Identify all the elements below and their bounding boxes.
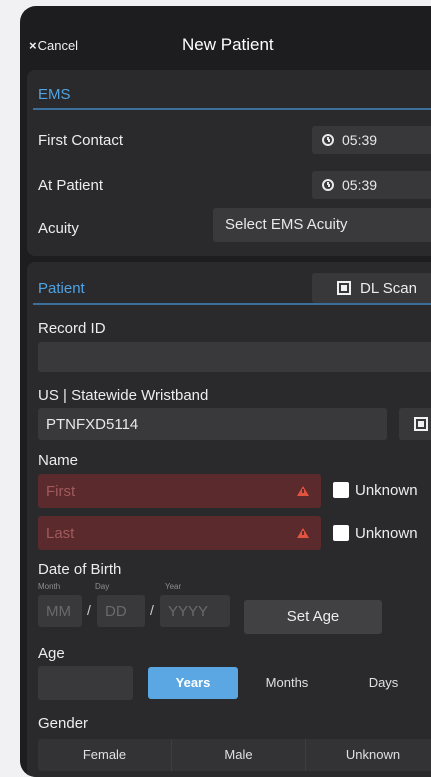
gender-label: Gender [38,715,89,732]
record-id-input[interactable] [38,342,431,372]
patient-divider [33,303,431,305]
ems-divider [33,108,431,110]
scan-icon [337,281,351,295]
wristband-input[interactable] [38,408,387,440]
age-unit-years[interactable]: Years [148,667,238,699]
last-name-input[interactable] [38,516,321,550]
at-patient-time-button[interactable]: 05:39 [312,171,431,199]
dob-year-input[interactable] [160,595,230,627]
acuity-label: Acuity [38,220,79,237]
last-name-unknown-checkbox[interactable] [333,525,349,541]
cancel-button[interactable]: ×Cancel [29,38,78,53]
dob-year-caption: Year [165,582,182,591]
gender-option-male[interactable]: Male [172,739,306,771]
ems-section: EMS First Contact 05:39 At Patient 05:39… [27,70,431,256]
dob-label: Date of Birth [38,561,122,578]
gender-option-female[interactable]: Female [38,739,172,771]
dl-scan-label: DL Scan [360,279,417,297]
first-contact-label: First Contact [38,132,124,149]
device-screen: ×Cancel New Patient EMS First Contact 05… [20,6,431,777]
first-name-unknown-checkbox[interactable] [333,482,349,498]
dob-day-input[interactable] [97,595,145,627]
first-contact-time-button[interactable]: 05:39 [312,126,431,154]
warning-icon [297,486,309,496]
name-label: Name [38,452,79,469]
acuity-value: Select EMS Acuity [225,216,348,233]
age-input[interactable] [38,666,133,700]
age-unit-selector: Years Months Days [148,667,431,699]
age-label: Age [38,645,65,662]
gender-option-unknown[interactable]: Unknown [306,739,431,771]
close-icon: × [29,38,37,53]
dob-month-caption: Month [38,582,61,591]
acuity-select[interactable]: Select EMS Acuity [213,208,431,242]
set-age-button[interactable]: Set Age [244,600,382,634]
ems-header: EMS [38,86,71,103]
scan-icon [413,417,428,431]
wristband-scan-button[interactable] [399,408,431,440]
nav-bar: ×Cancel New Patient [20,6,431,68]
dob-separator: / [150,602,154,618]
dob-separator: / [87,602,91,618]
dl-scan-button[interactable]: DL Scan [312,273,431,303]
first-name-unknown-label: Unknown [355,482,418,499]
cancel-label: Cancel [37,38,79,53]
clock-icon [322,134,334,146]
warning-icon [297,528,309,538]
page-title: New Patient [182,35,274,54]
dob-day-caption: Day [95,582,110,591]
age-unit-days[interactable]: Days [336,667,431,699]
clock-icon [322,179,334,191]
gender-selector: Female Male Unknown [38,739,431,771]
patient-section: Patient DL Scan Record ID US | Statewide… [27,262,431,777]
record-id-label: Record ID [38,320,106,337]
at-patient-time: 05:39 [342,177,378,193]
dob-month-input[interactable] [38,595,82,627]
patient-header: Patient [38,280,85,297]
first-contact-time: 05:39 [342,132,378,148]
last-name-unknown-label: Unknown [355,525,418,542]
first-name-input[interactable] [38,474,321,508]
wristband-label: US | Statewide Wristband [38,387,209,404]
at-patient-label: At Patient [38,177,104,194]
age-unit-months[interactable]: Months [238,667,336,699]
